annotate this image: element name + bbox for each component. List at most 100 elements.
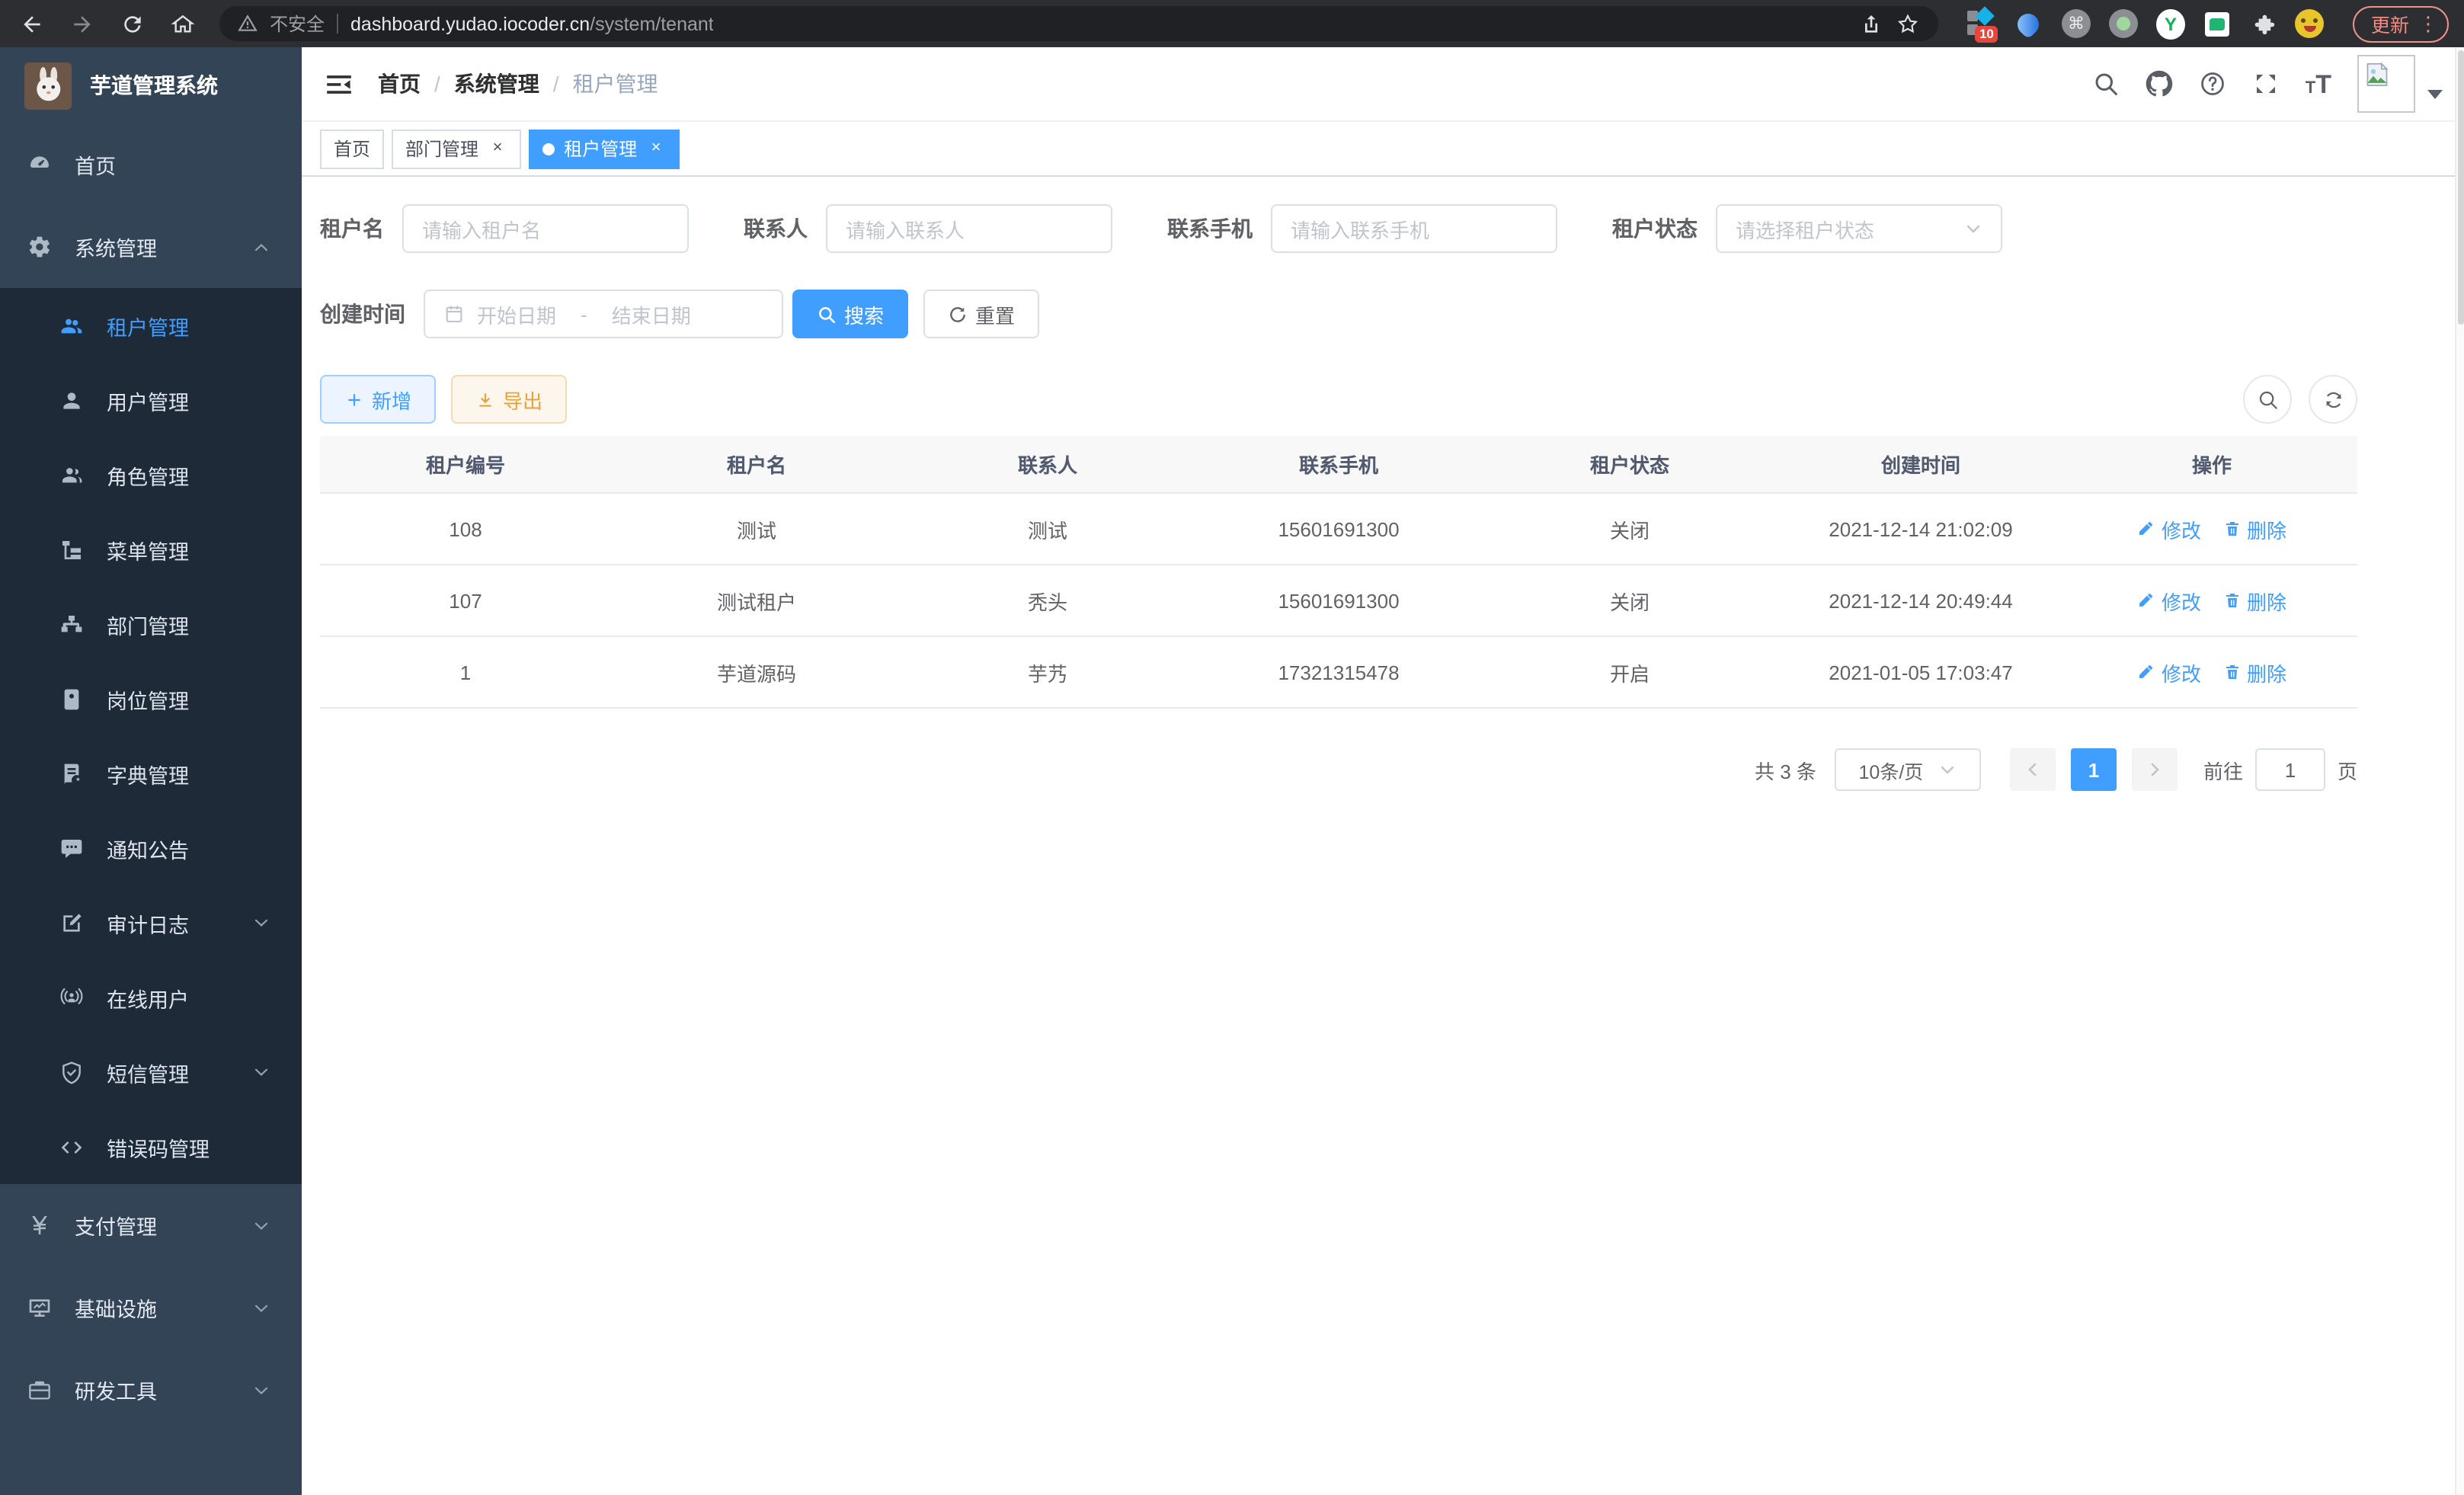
forward-icon[interactable] (69, 10, 96, 37)
page-number-button[interactable]: 1 (2071, 748, 2117, 791)
cell-contact: 测试 (902, 514, 1193, 543)
sidebar-item-notice[interactable]: 通知公告 (0, 811, 302, 885)
sidebar-item-label: 用户管理 (107, 385, 189, 415)
cell-actions: 修改删除 (2066, 658, 2357, 687)
sidebar-item-audit[interactable]: 审计日志 (0, 885, 302, 960)
breadcrumb-home[interactable]: 首页 (378, 69, 421, 99)
start-date-placeholder: 开始日期 (477, 299, 556, 328)
profile-avatar[interactable] (2295, 9, 2324, 38)
tag-close-icon[interactable]: × (646, 139, 666, 158)
extensions-puzzle-icon[interactable] (2251, 11, 2277, 37)
back-icon[interactable] (18, 10, 46, 37)
sidebar-item-tenant[interactable]: 租户管理 (0, 288, 302, 363)
prev-page-button[interactable] (2010, 748, 2056, 791)
trash-icon (2222, 520, 2241, 538)
user-icon (59, 388, 84, 412)
devtools-extension-icon[interactable]: 10 (1967, 9, 1996, 38)
url-text[interactable]: dashboard.yudao.iocoder.cn/system/tenant (350, 13, 714, 34)
tag-close-icon[interactable]: × (488, 139, 507, 158)
sidebar-item-menu[interactable]: 菜单管理 (0, 512, 302, 587)
sidebar-item-label: 租户管理 (107, 310, 189, 341)
sidebar-item-errcode[interactable]: 错误码管理 (0, 1109, 302, 1184)
font-size-icon[interactable]: TT (2306, 71, 2331, 97)
sidebar-item-dict[interactable]: 字典管理 (0, 736, 302, 811)
status-select[interactable]: 请选择租户状态 (1716, 204, 2002, 253)
reset-button[interactable]: 重置 (923, 290, 1039, 338)
help-icon[interactable] (2199, 70, 2226, 98)
edit-link[interactable]: 修改 (2137, 658, 2201, 687)
reload-icon[interactable] (119, 10, 146, 37)
sidebar-item-user[interactable]: 用户管理 (0, 363, 302, 437)
sidebar-item-label: 短信管理 (107, 1057, 189, 1087)
tag-view-home[interactable]: 首页 (320, 129, 384, 168)
edit-link[interactable]: 修改 (2137, 514, 2201, 543)
sidebar-item-pay[interactable]: 支付管理 (0, 1184, 302, 1266)
breadcrumb-separator: / (553, 72, 559, 96)
show-search-button[interactable] (2243, 375, 2292, 424)
sidebar-item-devtool[interactable]: 研发工具 (0, 1349, 302, 1431)
sidebar-item-label: 岗位管理 (107, 683, 189, 714)
chevron-down-icon (251, 913, 271, 933)
column-header: 租户名 (611, 450, 902, 479)
contact-input[interactable]: 请输入联系人 (826, 204, 1112, 253)
sidebar-item-role[interactable]: 角色管理 (0, 437, 302, 512)
github-icon[interactable] (2146, 70, 2173, 98)
create-time-range-input[interactable]: 开始日期 - 结束日期 (424, 290, 783, 338)
next-page-button[interactable] (2132, 748, 2178, 791)
share-icon[interactable] (1859, 11, 1883, 36)
refresh-table-button[interactable] (2309, 375, 2357, 424)
org-tree-icon (59, 612, 84, 636)
bookmark-star-icon[interactable] (1896, 11, 1920, 36)
goto-label: 前往 (2203, 755, 2243, 784)
tag-view-dept[interactable]: 部门管理× (392, 129, 521, 168)
sidebar-item-label: 系统管理 (75, 232, 157, 262)
app-logo-row[interactable]: 芋道管理系统 (0, 47, 302, 123)
delete-link[interactable]: 删除 (2222, 514, 2286, 543)
cell-created: 2021-12-14 21:02:09 (1775, 517, 2066, 540)
page-content: 租户名 请输入租户名 联系人 请输入联系人 联系手机 请输入联系手机 租户状态 (302, 177, 2464, 1495)
edit-link[interactable]: 修改 (2137, 586, 2201, 615)
header-search-icon[interactable] (2092, 70, 2120, 98)
sidebar-item-home[interactable]: 首页 (0, 123, 302, 206)
user-avatar-broken-image (2357, 55, 2415, 113)
tenant-name-input[interactable]: 请输入租户名 (402, 204, 689, 253)
filter-row-1: 租户名 请输入租户名 联系人 请输入联系人 联系手机 请输入联系手机 租户状态 (320, 204, 2464, 253)
add-button[interactable]: 新增 (320, 375, 436, 424)
mobile-input[interactable]: 请输入联系手机 (1271, 204, 1557, 253)
delete-link[interactable]: 删除 (2222, 658, 2286, 687)
column-header: 租户状态 (1484, 450, 1775, 479)
create-time-label: 创建时间 (320, 299, 405, 329)
search-button[interactable]: 搜索 (792, 290, 908, 338)
y-extension-icon[interactable]: Y (2156, 9, 2185, 38)
sidebar-item-online[interactable]: 在线用户 (0, 960, 302, 1035)
user-avatar-menu[interactable] (2357, 55, 2443, 113)
tenant-table: 租户编号租户名联系人联系手机租户状态创建时间操作 108测试测试15601691… (320, 436, 2357, 709)
browser-scrollbar[interactable] (2455, 47, 2464, 1495)
column-header: 创建时间 (1775, 450, 2066, 479)
insecure-warning-icon[interactable] (238, 14, 258, 34)
cell-id: 1 (320, 661, 611, 683)
page-size-select[interactable]: 10条/页 (1835, 748, 1981, 791)
goto-page-input[interactable]: 1 (2255, 748, 2325, 791)
chat-extension-icon[interactable] (2203, 9, 2232, 38)
sidebar-item-post[interactable]: 岗位管理 (0, 661, 302, 736)
recorder-extension-icon[interactable] (2109, 9, 2138, 38)
sidebar-item-system[interactable]: 系统管理 (0, 206, 302, 288)
security-label[interactable]: 不安全 (270, 11, 325, 37)
breadcrumb-system[interactable]: 系统管理 (454, 69, 539, 99)
sidebar-item-dept[interactable]: 部门管理 (0, 587, 302, 661)
sidebar-item-sms[interactable]: 短信管理 (0, 1035, 302, 1109)
fullscreen-icon[interactable] (2252, 70, 2280, 98)
browser-update-button[interactable]: 更新 ⋮ (2353, 5, 2449, 42)
browser-menu-icon[interactable]: ⋮ (2418, 11, 2438, 36)
delete-link[interactable]: 删除 (2222, 586, 2286, 615)
export-button[interactable]: 导出 (451, 375, 567, 424)
sidebar-item-infra[interactable]: 基础设施 (0, 1266, 302, 1349)
gem-extension-icon[interactable] (2014, 9, 2043, 38)
tag-view-tenant[interactable]: 租户管理× (529, 129, 680, 168)
delete-link-label: 删除 (2247, 514, 2286, 543)
sidebar-toggle-icon[interactable] (325, 69, 354, 98)
command-extension-icon[interactable]: ⌘ (2062, 9, 2091, 38)
url-bar[interactable]: 不安全 dashboard.yudao.iocoder.cn/system/te… (219, 6, 1938, 41)
home-icon[interactable] (169, 10, 197, 37)
